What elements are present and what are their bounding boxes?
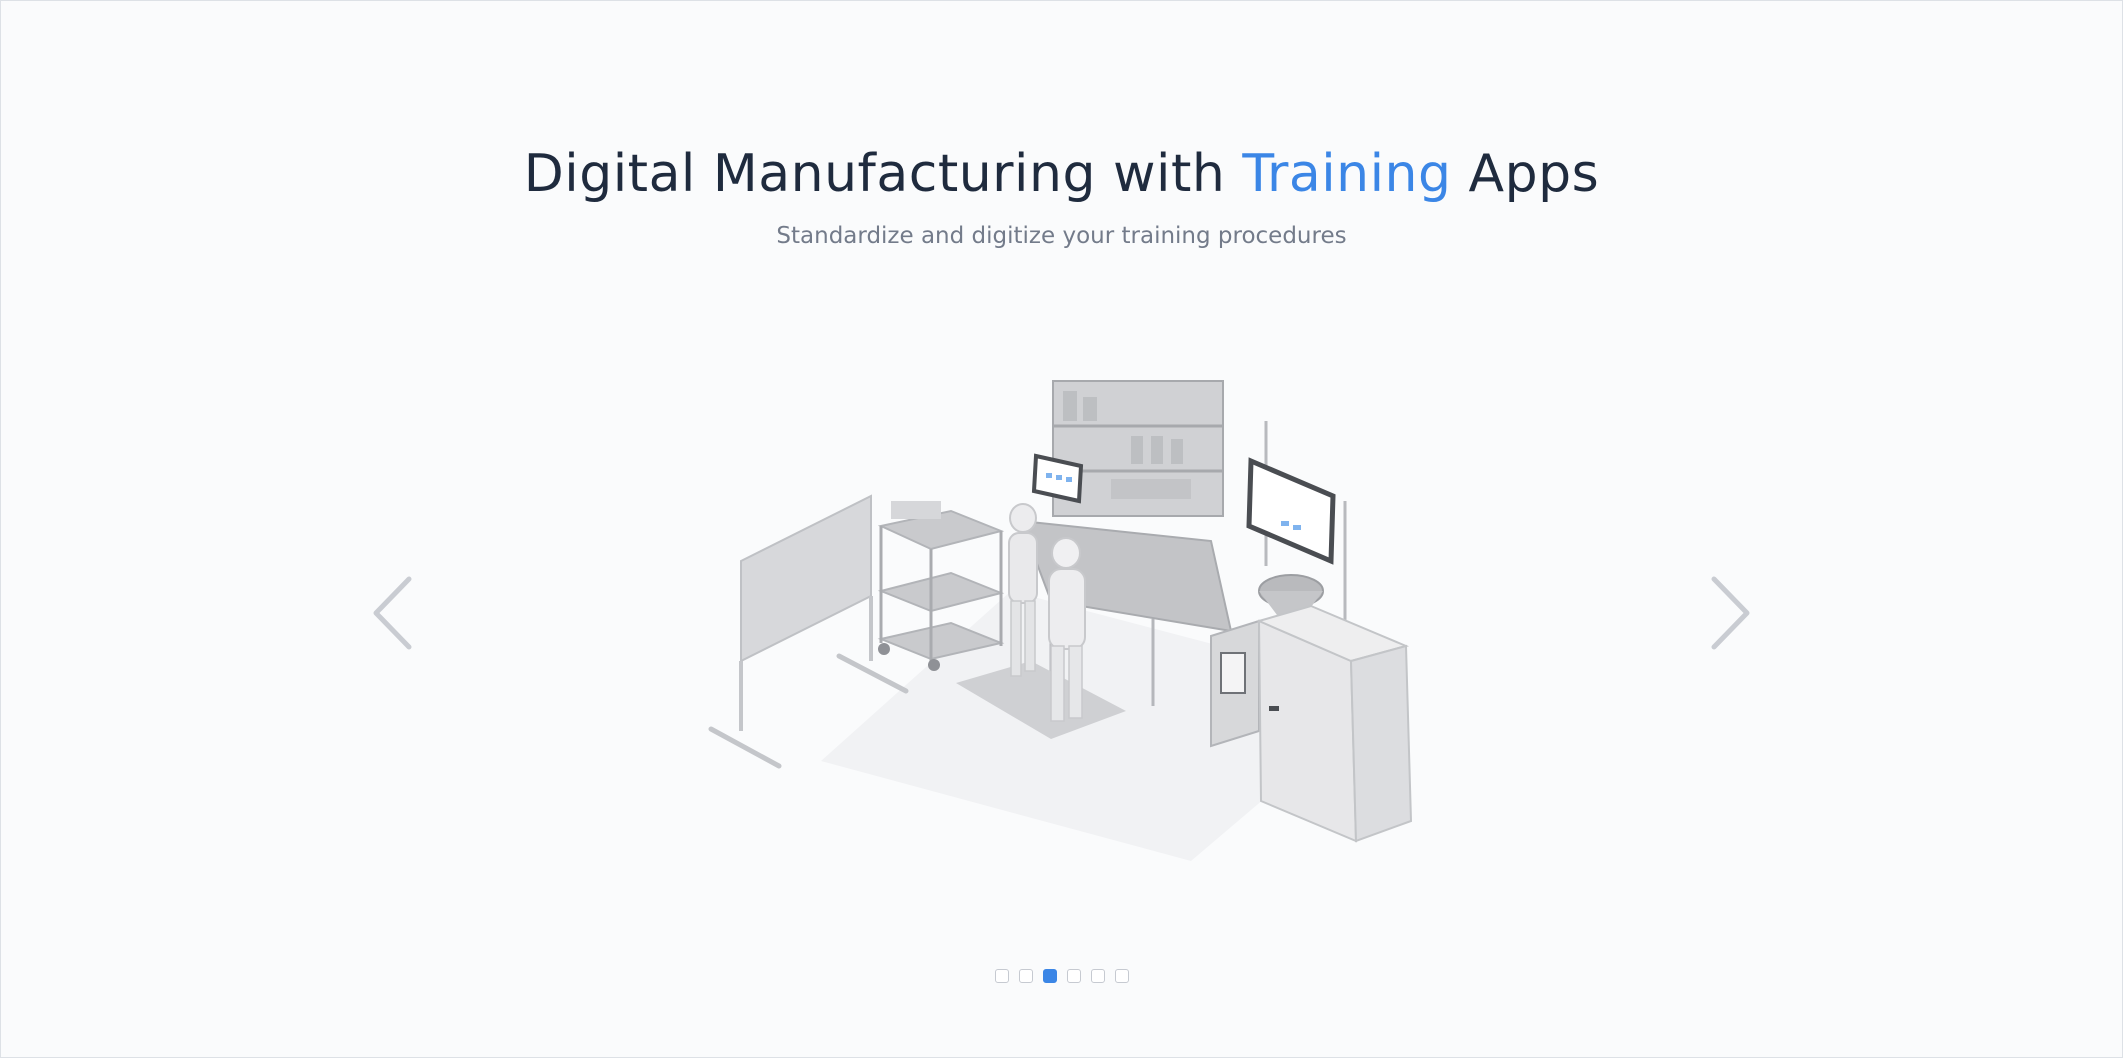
carousel-dot-1[interactable] — [994, 969, 1009, 983]
carousel-dot-5[interactable] — [1090, 969, 1105, 983]
chevron-left-icon — [373, 576, 412, 650]
page-title: Digital Manufacturing with Training Apps — [1, 139, 2122, 209]
training-workstation-illustration — [708, 380, 1413, 861]
carousel-prev-button[interactable] — [369, 573, 419, 653]
carousel-dot-2[interactable] — [1018, 969, 1033, 983]
carousel-dot-4[interactable] — [1066, 969, 1081, 983]
title-part-2: Apps — [1451, 144, 1600, 204]
carousel-pagination — [1, 969, 2122, 983]
title-part-1: Digital Manufacturing with — [523, 144, 1243, 204]
hero-carousel: Digital Manufacturing with Training Apps… — [0, 0, 2123, 1058]
page-subtitle: Standardize and digitize your training p… — [776, 223, 1347, 249]
workstation-monitor — [1031, 453, 1084, 504]
carousel-dot-3[interactable] — [1042, 969, 1057, 983]
chevron-right-icon — [1711, 576, 1750, 650]
carousel-dot-6[interactable] — [1114, 969, 1129, 983]
tool-cart — [877, 501, 1005, 671]
carousel-next-button[interactable] — [1704, 573, 1754, 653]
title-accent: Training — [1242, 144, 1452, 204]
